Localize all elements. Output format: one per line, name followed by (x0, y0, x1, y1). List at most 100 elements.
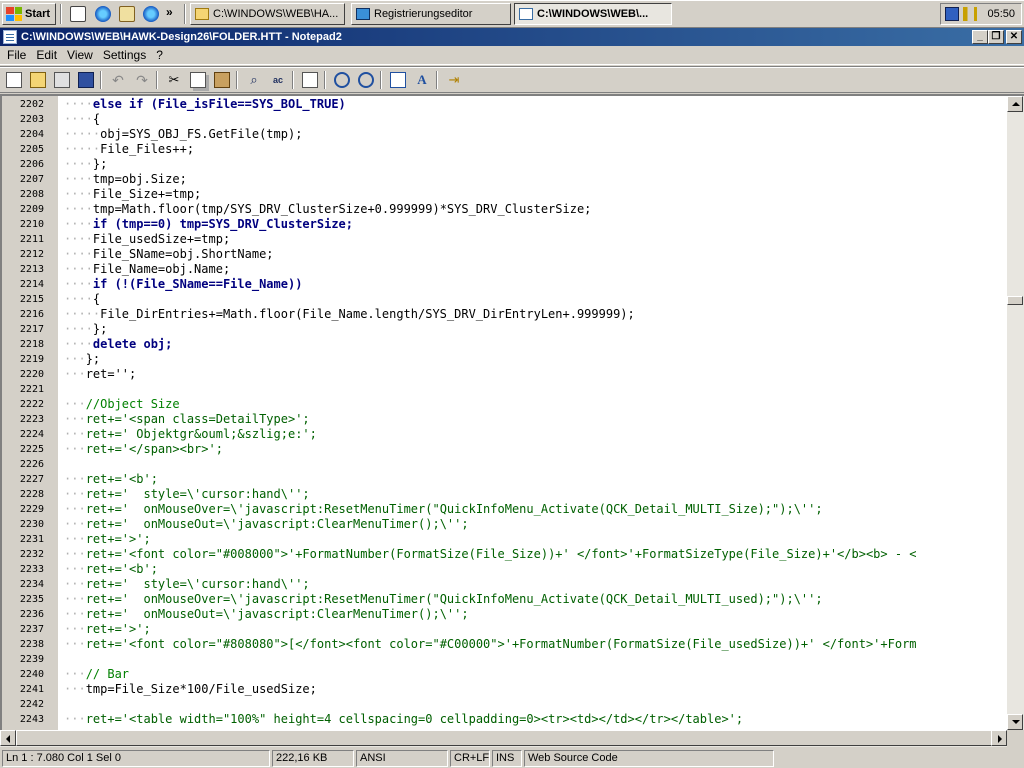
code-line[interactable]: 2238 ···ret+='<font color="#808080">[</fo… (2, 637, 1007, 652)
code-line[interactable]: 2219 ···}; (2, 352, 1007, 367)
close-button[interactable]: ✕ (1006, 30, 1022, 44)
code-line[interactable]: 2231 ···ret+='>'; (2, 532, 1007, 547)
code-line[interactable]: 2214 ····if (!(File_SName==File_Name)) (2, 277, 1007, 292)
replace-icon[interactable]: ac (270, 72, 286, 88)
code-line[interactable]: 2226 (2, 457, 1007, 472)
internet-explorer-icon[interactable] (95, 6, 111, 22)
code-content: tmp=obj.Size; (92, 172, 187, 186)
whitespace-marker: ··· (64, 472, 86, 486)
code-line[interactable]: 2204 ·····obj=SYS_OBJ_FS.GetFile(tmp); (2, 127, 1007, 142)
new-file-icon[interactable] (6, 72, 22, 88)
undo-icon[interactable]: ↶ (110, 72, 126, 88)
code-line[interactable]: 2239 (2, 652, 1007, 667)
code-line[interactable]: 2236 ···ret+=' onMouseOut=\'javascript:Cl… (2, 607, 1007, 622)
code-line[interactable]: 2225 ···ret+='</span><br>'; (2, 442, 1007, 457)
quicklaunch-more-button[interactable]: » (166, 5, 173, 19)
show-desktop-icon[interactable] (70, 6, 86, 22)
menu-help[interactable]: ? (151, 48, 168, 62)
line-number: 2226 (19, 459, 44, 470)
code-line[interactable]: 2210 ····if (tmp==0) tmp=SYS_DRV_ClusterS… (2, 217, 1007, 232)
code-line[interactable]: 2220 ···ret=''; (2, 367, 1007, 382)
task-button-notepad2[interactable]: C:\WINDOWS\WEB\... (514, 3, 672, 25)
redo-icon[interactable]: ↷ (134, 72, 150, 88)
code-line[interactable]: 2235 ···ret+=' onMouseOver=\'javascript:R… (2, 592, 1007, 607)
task-button-folder[interactable]: C:\WINDOWS\WEB\HA... (190, 3, 345, 25)
code-line[interactable]: 2215 ····{ (2, 292, 1007, 307)
vertical-scroll-thumb[interactable] (1007, 296, 1023, 305)
code-line[interactable]: 2241 ···tmp=File_Size*100/File_usedSize; (2, 682, 1007, 697)
code-line[interactable]: 2243 ···ret+='<table width="100%" height=… (2, 712, 1007, 727)
code-line[interactable]: 2212 ····File_SName=obj.ShortName; (2, 247, 1007, 262)
zoom-out-icon[interactable] (358, 72, 374, 88)
volume-icon[interactable] (963, 7, 977, 21)
status-scheme[interactable]: Web Source Code (524, 749, 774, 767)
code-line[interactable]: 2228 ···ret+=' style=\'cursor:hand\''; (2, 487, 1007, 502)
vertical-scrollbar[interactable] (1007, 94, 1024, 730)
status-line-endings[interactable]: CR+LF (450, 749, 490, 767)
code-line[interactable]: 2227 ···ret+='<b'; (2, 472, 1007, 487)
code-line[interactable]: 2222 ···//Object Size (2, 397, 1007, 412)
browse-icon[interactable] (54, 72, 70, 88)
scroll-down-button[interactable] (1007, 714, 1023, 730)
paste-icon[interactable] (214, 72, 230, 88)
open-file-icon[interactable] (30, 72, 46, 88)
code-line[interactable]: 2221 (2, 382, 1007, 397)
notepad2-icon[interactable] (3, 30, 17, 44)
scroll-right-button[interactable] (991, 730, 1007, 746)
whitespace-marker: ··· (64, 592, 86, 606)
scheme-icon[interactable] (390, 72, 406, 88)
code-line[interactable]: 2230 ···ret+=' onMouseOut=\'javascript:Cl… (2, 517, 1007, 532)
scroll-left-button[interactable] (0, 730, 16, 746)
code-line[interactable]: 2202 ····else if (File_isFile==SYS_BOL_TR… (2, 97, 1007, 112)
code-line[interactable]: 2206 ····}; (2, 157, 1007, 172)
editor-area[interactable]: 2202 ····else if (File_isFile==SYS_BOL_TR… (0, 94, 1007, 730)
explorer-icon[interactable] (119, 6, 135, 22)
code-line[interactable]: 2242 (2, 697, 1007, 712)
code-line[interactable]: 2207 ····tmp=obj.Size; (2, 172, 1007, 187)
menu-settings[interactable]: Settings (98, 48, 151, 62)
start-button[interactable]: Start (2, 3, 56, 25)
status-encoding[interactable]: ANSI (356, 749, 448, 767)
task-button-regedit[interactable]: Registrierungseditor (351, 3, 511, 25)
menu-file[interactable]: File (2, 48, 31, 62)
word-wrap-icon[interactable] (302, 72, 318, 88)
code-content: ret+=' onMouseOut=\'javascript:ClearMenu… (85, 607, 469, 621)
code-line[interactable]: 2203 ····{ (2, 112, 1007, 127)
code-line[interactable]: 2205 ·····File_Files++; (2, 142, 1007, 157)
cut-icon[interactable]: ✂ (166, 72, 182, 88)
copy-icon[interactable] (190, 72, 206, 88)
horizontal-scrollbar[interactable] (0, 730, 1007, 747)
code-line[interactable]: 2232 ···ret+='<font color="#008000">'+For… (2, 547, 1007, 562)
code-line[interactable]: 2211 ····File_usedSize+=tmp; (2, 232, 1007, 247)
find-icon[interactable]: ⌕ (246, 72, 262, 88)
menu-view[interactable]: View (62, 48, 98, 62)
code-line[interactable]: 2234 ···ret+=' style=\'cursor:hand\''; (2, 577, 1007, 592)
save-icon[interactable] (78, 72, 94, 88)
font-icon[interactable]: A (414, 72, 430, 88)
code-line[interactable]: 2213 ····File_Name=obj.Name; (2, 262, 1007, 277)
exit-icon[interactable]: ⇥ (446, 72, 462, 88)
status-insert-mode[interactable]: INS (492, 749, 522, 767)
code-line[interactable]: 2229 ···ret+=' onMouseOver=\'javascript:R… (2, 502, 1007, 517)
code-line[interactable]: 2223 ···ret+='<span class=DetailType>'; (2, 412, 1007, 427)
maximize-button[interactable]: ❐ (988, 30, 1004, 44)
zoom-in-icon[interactable] (334, 72, 350, 88)
code-line[interactable]: 2233 ···ret+='<b'; (2, 562, 1007, 577)
menu-edit[interactable]: Edit (31, 48, 62, 62)
network-icon[interactable] (945, 7, 959, 21)
minimize-button[interactable]: _ (972, 30, 988, 44)
code-line[interactable]: 2224 ···ret+=' Objektgr&ouml;&szlig;e:'; (2, 427, 1007, 442)
code-line[interactable]: 2217 ····}; (2, 322, 1007, 337)
code-line[interactable]: 2218 ····delete obj; (2, 337, 1007, 352)
code-line[interactable]: 2208 ····File_Size+=tmp; (2, 187, 1007, 202)
horizontal-scroll-thumb[interactable] (16, 730, 992, 746)
clock[interactable]: 05:50 (987, 8, 1015, 20)
scroll-up-button[interactable] (1007, 96, 1023, 112)
window-titlebar[interactable]: C:\WINDOWS\WEB\HAWK-Design26\FOLDER.HTT … (0, 28, 1024, 46)
code-line[interactable]: 2240 ···// Bar (2, 667, 1007, 682)
code-line[interactable]: 2209 ····tmp=Math.floor(tmp/SYS_DRV_Clust… (2, 202, 1007, 217)
outlook-express-icon[interactable] (143, 6, 159, 22)
code-line[interactable]: 2216 ·····File_DirEntries+=Math.floor(Fil… (2, 307, 1007, 322)
code-line[interactable]: 2237 ···ret+='>'; (2, 622, 1007, 637)
